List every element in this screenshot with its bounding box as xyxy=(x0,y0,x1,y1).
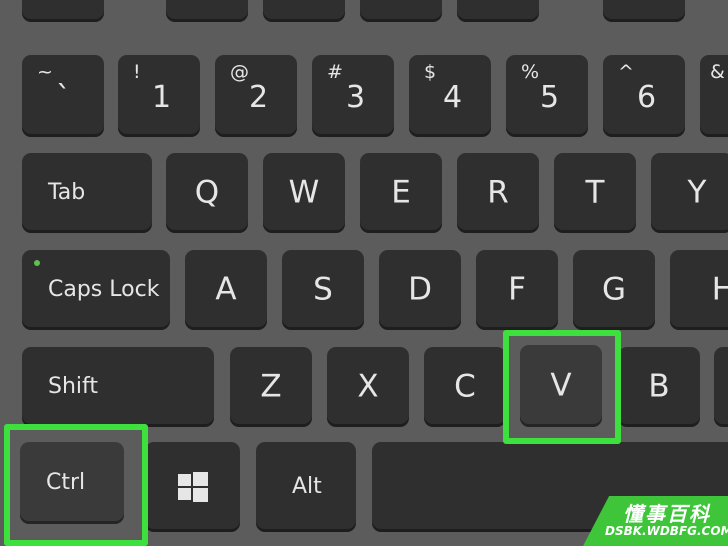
key-shift-symbol: ~ xyxy=(37,61,53,83)
key-y[interactable]: Y xyxy=(651,153,728,233)
key-f[interactable]: F xyxy=(476,250,558,330)
watermark-url-text: DSBK.WDBFG.COM xyxy=(605,524,728,538)
key-b[interactable]: B xyxy=(618,347,700,427)
key-alt[interactable]: Alt xyxy=(256,442,356,532)
key-backtick[interactable]: ~ ` xyxy=(22,55,104,137)
ctrl-key-highlight xyxy=(4,424,148,546)
key-r[interactable]: R xyxy=(457,153,539,233)
key-e[interactable]: E xyxy=(360,153,442,233)
key-c-label: C xyxy=(454,368,476,405)
key-h-label: H xyxy=(711,271,728,308)
key-top-partial[interactable] xyxy=(263,0,345,22)
key-t-label: T xyxy=(585,174,605,211)
key-top-partial[interactable] xyxy=(166,0,248,22)
key-shift-symbol: ^ xyxy=(618,61,634,83)
key-tab[interactable]: Tab xyxy=(22,153,152,233)
key-5[interactable]: % 5 xyxy=(506,55,588,137)
key-6[interactable]: ^ 6 xyxy=(603,55,685,137)
key-shift-symbol: & xyxy=(710,61,725,83)
key-main-symbol: 2 xyxy=(249,80,269,115)
key-g-label: G xyxy=(601,271,627,308)
key-7[interactable]: & xyxy=(700,55,728,137)
key-f-label: F xyxy=(508,271,526,308)
key-main-symbol: 4 xyxy=(443,80,463,115)
key-n-partial[interactable] xyxy=(714,347,728,427)
key-q-label: Q xyxy=(194,174,220,211)
key-w[interactable]: W xyxy=(263,153,345,233)
key-z-label: Z xyxy=(260,368,282,405)
key-shift-symbol: % xyxy=(521,61,540,83)
v-key-highlight xyxy=(503,330,621,444)
key-caps-lock-label: Caps Lock xyxy=(48,277,160,302)
key-shift-label: Shift xyxy=(48,374,99,399)
key-d[interactable]: D xyxy=(379,250,461,330)
key-a-label: A xyxy=(215,271,237,308)
key-w-label: W xyxy=(288,174,320,211)
key-main-symbol: 6 xyxy=(637,80,657,115)
key-windows[interactable] xyxy=(145,442,240,532)
key-main-symbol: 1 xyxy=(152,80,172,115)
key-top-partial[interactable] xyxy=(603,0,685,22)
key-tab-label: Tab xyxy=(48,180,86,205)
key-x-label: X xyxy=(357,368,379,405)
key-1[interactable]: ! 1 xyxy=(118,55,200,137)
key-z[interactable]: Z xyxy=(230,347,312,427)
key-q[interactable]: Q xyxy=(166,153,248,233)
key-top-partial[interactable] xyxy=(360,0,442,22)
key-x[interactable]: X xyxy=(327,347,409,427)
key-c[interactable]: C xyxy=(424,347,506,427)
key-caps-lock[interactable]: Caps Lock xyxy=(22,250,170,330)
key-top-partial[interactable] xyxy=(22,0,104,22)
key-h[interactable]: H xyxy=(670,250,728,330)
key-shift-symbol: # xyxy=(327,61,343,83)
key-g[interactable]: G xyxy=(573,250,655,330)
key-main-symbol: 3 xyxy=(346,80,366,115)
windows-logo-icon xyxy=(177,472,208,502)
key-y-label: Y xyxy=(687,174,707,211)
key-s-label: S xyxy=(313,271,333,308)
key-b-label: B xyxy=(648,368,670,405)
key-s[interactable]: S xyxy=(282,250,364,330)
caps-lock-led-indicator xyxy=(34,260,40,266)
key-3[interactable]: # 3 xyxy=(312,55,394,137)
key-main-symbol: 5 xyxy=(540,80,560,115)
key-4[interactable]: $ 4 xyxy=(409,55,491,137)
key-shift-symbol: @ xyxy=(230,61,249,83)
key-e-label: E xyxy=(391,174,411,211)
key-main-symbol: ` xyxy=(56,80,71,115)
key-a[interactable]: A xyxy=(185,250,267,330)
key-d-label: D xyxy=(408,271,432,308)
key-r-label: R xyxy=(487,174,509,211)
key-2[interactable]: @ 2 xyxy=(215,55,297,137)
key-top-partial[interactable] xyxy=(457,0,539,22)
key-shift-symbol: $ xyxy=(424,61,437,83)
watermark-chinese-text: 懂事百科 xyxy=(623,502,711,526)
key-t[interactable]: T xyxy=(554,153,636,233)
key-alt-label: Alt xyxy=(292,474,322,499)
key-shift[interactable]: Shift xyxy=(22,347,214,427)
key-shift-symbol: ! xyxy=(133,61,141,83)
